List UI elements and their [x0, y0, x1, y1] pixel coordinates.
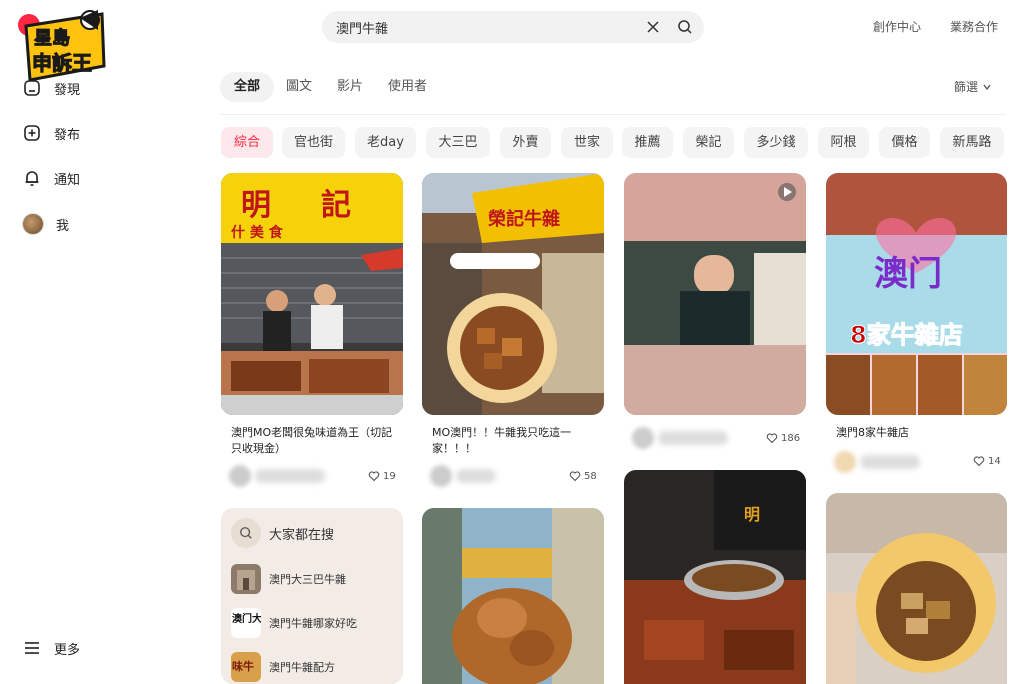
chip[interactable]: 大三巴	[426, 127, 490, 158]
plus-square-icon	[24, 125, 40, 141]
home-icon	[24, 80, 40, 96]
author-name[interactable]	[658, 431, 728, 445]
sign-text: 記	[321, 188, 351, 223]
sidebar-item-discover[interactable]: 發現	[22, 78, 80, 98]
author-avatar[interactable]	[229, 465, 251, 487]
trending-title: 大家都在搜	[269, 527, 335, 543]
trending-item[interactable]: 澳門大三巴牛雜	[231, 564, 346, 594]
search-icon[interactable]	[672, 14, 698, 40]
card-image[interactable]: 澳门 8家牛雜店	[826, 173, 1007, 415]
like-count: 14	[988, 455, 1001, 467]
sign-text: 什 美 食	[231, 224, 284, 241]
tab-image-text[interactable]: 圖文	[272, 72, 326, 102]
tab-users[interactable]: 使用者	[374, 72, 441, 102]
sign-text: 榮記牛雜	[488, 208, 560, 230]
heart-icon	[766, 433, 778, 444]
chip[interactable]: 榮記	[683, 127, 734, 158]
card-image[interactable]: 榮記牛雜	[422, 173, 604, 415]
card-title[interactable]: 澳門8家牛雜店	[836, 425, 1006, 441]
heart-icon	[973, 456, 985, 467]
business-link[interactable]: 業務合作	[950, 18, 998, 35]
search-icon	[231, 518, 261, 548]
bell-icon	[25, 171, 39, 186]
like-button[interactable]: 186	[766, 432, 800, 444]
chip[interactable]: 老day	[355, 127, 416, 158]
sign-text: 明	[241, 188, 271, 223]
thumb-text: 澳门大三	[232, 612, 261, 625]
result-tabs: 全部 圖文 影片 使用者 篩選	[220, 70, 1006, 115]
card-title[interactable]: MO澳門！！牛雜我只吃這一家！！！	[432, 425, 602, 457]
trending-header: 大家都在搜	[231, 518, 334, 548]
avatar	[22, 213, 44, 235]
filter-button[interactable]: 篩選	[954, 72, 992, 102]
author-name[interactable]	[255, 469, 325, 483]
trending-searches: 大家都在搜 澳門大三巴牛雜 澳门大三 澳門牛雜哪家好吃 味牛 澳門牛雜配方	[221, 508, 403, 684]
chip[interactable]: 世家	[561, 127, 613, 158]
sidebar-item-label: 我	[56, 218, 70, 234]
search-bar[interactable]: 澳門牛雜	[322, 11, 704, 43]
chip[interactable]: 官也街	[282, 127, 345, 158]
trending-item-label: 澳門牛雜哪家好吃	[269, 617, 357, 630]
tab-all[interactable]: 全部	[220, 72, 275, 102]
search-input[interactable]: 澳門牛雜	[336, 18, 640, 37]
sidebar-item-more[interactable]: 更多	[22, 638, 80, 658]
tab-video[interactable]: 影片	[323, 72, 377, 102]
trending-thumbnail: 澳门大三	[231, 608, 261, 638]
sidebar-item-publish[interactable]: 發布	[22, 123, 80, 143]
trending-item[interactable]: 澳门大三 澳門牛雜哪家好吃	[231, 608, 357, 638]
card-image[interactable]	[624, 173, 806, 415]
sidebar-item-notifications[interactable]: 通知	[22, 168, 80, 188]
filter-label: 篩選	[953, 80, 978, 94]
sign-text: 明	[744, 505, 760, 524]
trending-item-label: 澳門大三巴牛雜	[269, 573, 346, 586]
chevron-down-icon	[983, 84, 991, 91]
sidebar-item-label: 發現	[54, 82, 81, 98]
overlay-subtitle: 8家牛雜店	[850, 321, 963, 349]
sidebar-item-me[interactable]: 我	[22, 213, 69, 235]
card-image[interactable]: 明	[624, 470, 806, 684]
author-avatar[interactable]	[430, 465, 452, 487]
chip[interactable]: 價格	[879, 127, 930, 158]
chip[interactable]: 多少錢	[744, 127, 808, 158]
overlay-title: 澳门	[874, 254, 942, 294]
chip[interactable]: 外賣	[500, 127, 551, 158]
chip[interactable]: 阿根	[818, 127, 869, 158]
like-count: 186	[781, 432, 801, 444]
logo-text-1: 星島	[34, 27, 70, 49]
card-image[interactable]	[422, 508, 604, 684]
heart-icon	[569, 471, 581, 482]
sidebar: 發現 發布 通知 我 更多	[0, 70, 200, 684]
author-avatar[interactable]	[834, 451, 856, 473]
chip[interactable]: 新馬路	[940, 127, 1004, 158]
thumb-text: 味牛	[232, 659, 254, 673]
menu-icon	[25, 642, 39, 654]
author-name[interactable]	[456, 469, 496, 483]
card-image[interactable]	[826, 493, 1007, 684]
sidebar-item-label: 更多	[54, 642, 81, 658]
like-count: 19	[383, 470, 396, 482]
heart-icon	[368, 471, 380, 482]
chip-comprehensive[interactable]: 綜合	[221, 127, 273, 158]
like-button[interactable]: 19	[368, 470, 396, 482]
author-name[interactable]	[860, 455, 920, 469]
like-button[interactable]: 58	[569, 470, 597, 482]
like-button[interactable]: 14	[973, 455, 1001, 467]
chip[interactable]: 推薦	[622, 127, 673, 158]
trending-thumbnail	[231, 564, 261, 594]
like-count: 58	[584, 470, 597, 482]
trending-thumbnail: 味牛	[231, 652, 261, 682]
author-avatar[interactable]	[632, 427, 654, 449]
trending-item[interactable]: 味牛 澳門牛雜配方	[231, 652, 335, 682]
card-image[interactable]: 明 記 什 美 食	[221, 173, 403, 415]
trending-item-label: 澳門牛雜配方	[269, 661, 335, 674]
sidebar-item-label: 通知	[54, 172, 81, 188]
creator-center-link[interactable]: 創作中心	[873, 18, 921, 35]
sidebar-item-label: 發布	[54, 127, 81, 143]
card-title[interactable]: 澳門MO老闆很兔味道為王（切記只收現金）	[231, 425, 401, 457]
clear-icon[interactable]	[640, 14, 666, 40]
